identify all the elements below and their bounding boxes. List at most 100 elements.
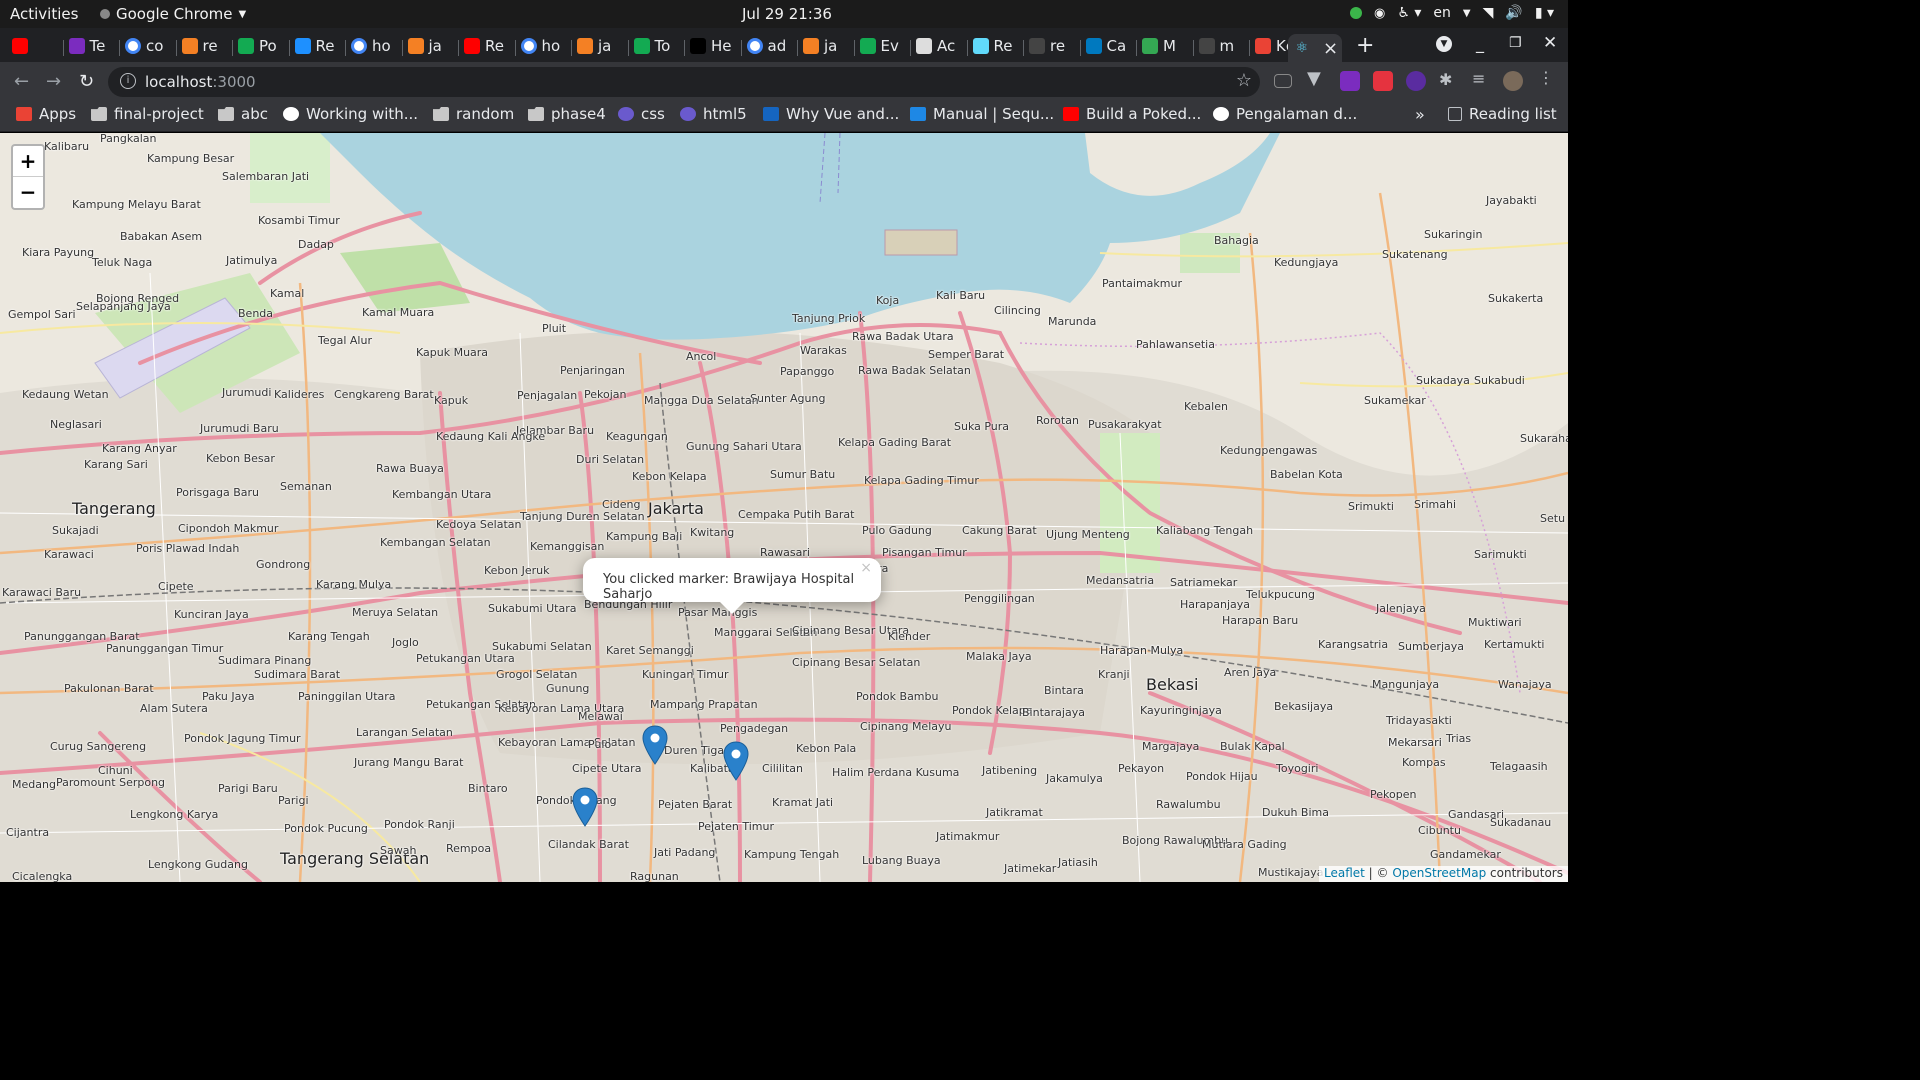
bookmarks-overflow-button[interactable]: »	[1415, 105, 1425, 124]
place-label: Jati Padang	[654, 846, 716, 859]
back-icon[interactable]: ←	[14, 71, 29, 92]
browser-toolbar: ← → ↻ i localhost:3000 ☆ ▼ ✱ ≡ ⋮	[0, 62, 1568, 100]
app-menu[interactable]: Google Chrome ▼	[100, 5, 246, 23]
tab-label: M	[1163, 37, 1176, 55]
tab-9[interactable]: ho	[520, 34, 570, 58]
address-bar[interactable]: i localhost:3000 ☆	[108, 67, 1260, 97]
tab-18[interactable]: re	[1029, 34, 1078, 58]
bookmark-10[interactable]: Build a Poked...	[1063, 105, 1201, 123]
tab-separator	[62, 40, 64, 56]
tab-separator	[345, 40, 346, 56]
minimize-icon[interactable]: _	[1476, 34, 1484, 53]
extension-badge-icon[interactable]	[1340, 71, 1360, 91]
tab-12[interactable]: He	[690, 34, 739, 58]
cube-icon	[916, 38, 932, 54]
place-label: Cideng	[602, 498, 641, 511]
tab-7[interactable]: ja	[407, 34, 457, 58]
tab-10[interactable]: ja	[577, 34, 626, 58]
zoom-out-button[interactable]: −	[13, 177, 43, 208]
tab-4[interactable]: Po	[238, 34, 287, 58]
bookmark-11[interactable]: Pengalaman d...	[1213, 105, 1357, 123]
tab-17[interactable]: Re	[972, 34, 1022, 58]
tab-11[interactable]: To	[633, 34, 683, 58]
extension-cast-icon[interactable]	[1274, 74, 1292, 88]
osm-link[interactable]: OpenStreetMap	[1392, 866, 1486, 880]
forward-icon[interactable]: →	[46, 71, 61, 92]
marker-1[interactable]	[642, 725, 668, 766]
new-tab-button[interactable]: +	[1356, 33, 1374, 58]
place-label: Meruya Selatan	[352, 606, 439, 619]
marker-2-brawijaya-saharjo[interactable]	[723, 741, 749, 781]
clock[interactable]: Jul 29 21:36	[742, 5, 832, 23]
bookmark-1[interactable]: final-project	[91, 105, 204, 123]
reading-list-button[interactable]: Reading list	[1448, 105, 1557, 123]
tab-search-icon[interactable]: ▼	[1436, 36, 1452, 52]
active-tab[interactable]: ⚛ ×	[1288, 34, 1342, 62]
video-icon	[763, 107, 779, 121]
place-label: Jatikramat	[986, 806, 1043, 819]
extension-redux-icon[interactable]	[1373, 71, 1393, 91]
place-label: Bintaro	[468, 782, 508, 795]
tab-6[interactable]: ho	[351, 34, 400, 58]
place-label: Margajaya	[1142, 740, 1200, 753]
extension-colorpick-icon[interactable]	[1406, 71, 1426, 91]
tab-0[interactable]	[12, 34, 61, 58]
zoom-in-button[interactable]: +	[13, 146, 43, 177]
site-info-icon[interactable]: i	[120, 73, 136, 89]
leaflet-link[interactable]: Leaflet	[1324, 866, 1365, 880]
tab-13[interactable]: ad	[746, 34, 796, 58]
tab-separator	[910, 40, 911, 56]
extensions-puzzle-icon[interactable]: ✱	[1439, 70, 1459, 90]
tab-14[interactable]: ja	[803, 34, 852, 58]
bookmark-star-icon[interactable]: ☆	[1236, 70, 1252, 91]
tab-5[interactable]: Re	[294, 34, 344, 58]
language-indicator[interactable]: en	[1433, 5, 1451, 21]
popup-close-button[interactable]: ×	[860, 560, 872, 576]
place-label: Kayuringinjaya	[1140, 704, 1222, 717]
tab-2[interactable]: co	[125, 34, 174, 58]
tab-8[interactable]: Re	[464, 34, 513, 58]
bookmark-8[interactable]: Why Vue and...	[763, 105, 899, 123]
system-tray[interactable]: ◉ ♿ ▾ en ▼ ◥ 🔊 ▮ ▾	[1350, 5, 1554, 21]
app-name: Google Chrome	[116, 5, 233, 23]
place-label: Cicalengka	[12, 870, 73, 883]
media-control-icon[interactable]: ≡	[1472, 69, 1492, 89]
menu-kebab-icon[interactable]: ⋮	[1538, 68, 1558, 88]
tab-19[interactable]: Ca	[1085, 34, 1135, 58]
maximize-icon[interactable]: ❐	[1509, 35, 1522, 51]
extension-vue-icon[interactable]: ▼	[1307, 68, 1327, 89]
tab-21[interactable]: m	[1198, 34, 1248, 58]
url-text[interactable]: localhost:3000	[145, 73, 256, 91]
tab-separator	[853, 40, 855, 56]
accessibility-icon[interactable]: ♿ ▾	[1397, 5, 1421, 21]
close-window-icon[interactable]: ✕	[1543, 33, 1557, 53]
bookmark-3[interactable]: Working with...	[283, 105, 418, 123]
youtube-icon	[1063, 107, 1079, 121]
bookmark-0[interactable]: Apps	[16, 105, 76, 123]
place-label: Kuningan Timur	[642, 668, 729, 681]
folder-icon	[91, 107, 107, 121]
tab-1[interactable]: Te	[68, 34, 118, 58]
bookmark-5[interactable]: phase4	[528, 105, 606, 123]
profile-avatar[interactable]	[1503, 71, 1523, 91]
place-label: Lengkong Karya	[130, 808, 219, 821]
place-label: Sunter Agung	[750, 392, 826, 405]
activities-button[interactable]: Activities	[10, 5, 78, 23]
place-label: Karang Anyar	[102, 442, 177, 455]
place-label: Bintarajaya	[1022, 706, 1085, 719]
place-label: Tangerang	[72, 499, 156, 518]
tab-20[interactable]: M	[1142, 34, 1191, 58]
reload-icon[interactable]: ↻	[79, 71, 94, 92]
bookmark-4[interactable]: random	[433, 105, 514, 123]
tab-separator	[740, 40, 742, 56]
bookmark-2[interactable]: abc	[218, 105, 268, 123]
bookmark-9[interactable]: Manual | Sequ...	[910, 105, 1054, 123]
tab-15[interactable]: Ev	[859, 34, 909, 58]
bookmark-7[interactable]: html5	[680, 105, 747, 123]
tab-16[interactable]: Ac	[916, 34, 965, 58]
leaflet-map[interactable]: Kalibaru Pangkalan Kampung Besar Salembaran…	[0, 133, 1568, 882]
tab-close-icon[interactable]: ×	[1323, 38, 1338, 59]
bookmark-6[interactable]: css	[618, 105, 665, 123]
marker-3[interactable]	[572, 787, 598, 827]
tab-3[interactable]: re	[181, 34, 231, 58]
